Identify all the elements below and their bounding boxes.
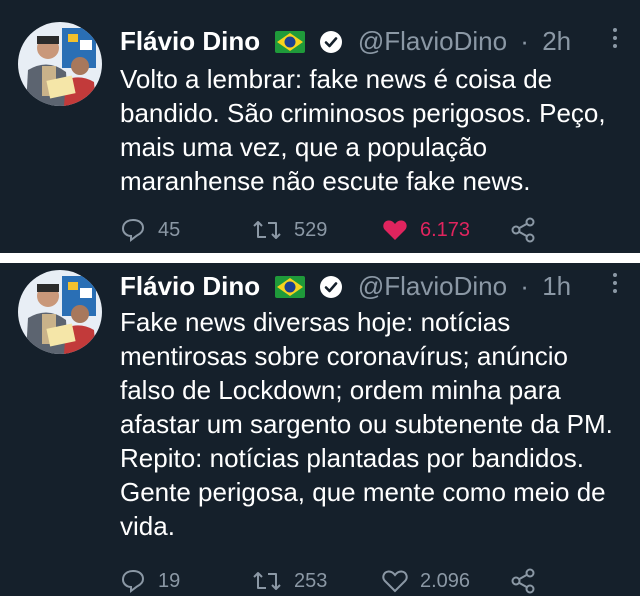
share-button[interactable]	[510, 566, 536, 596]
reply-button[interactable]: 45	[120, 215, 180, 245]
avatar-image	[18, 270, 102, 354]
tweet-time[interactable]: 1h	[542, 271, 571, 301]
like-icon	[382, 570, 408, 593]
avatar[interactable]	[18, 22, 102, 106]
separator-dot: ·	[520, 271, 529, 301]
tweet-card[interactable]: Flávio Dino @FlavioDino · 2h Volto a lem…	[0, 0, 640, 253]
tweet-divider	[0, 253, 640, 263]
author-name[interactable]: Flávio Dino	[120, 271, 260, 301]
reply-button[interactable]: 19	[120, 566, 180, 596]
more-options-icon[interactable]	[612, 273, 618, 297]
tweet-text: Volto a lembrar: fake news é coisa de ba…	[120, 64, 606, 196]
share-icon	[511, 217, 535, 243]
verified-badge-icon	[319, 276, 342, 298]
like-button[interactable]: 6.173	[382, 215, 470, 245]
separator-dot: ·	[520, 26, 529, 56]
like-count: 6.173	[420, 218, 471, 241]
author-handle[interactable]: @FlavioDino	[358, 271, 507, 301]
author-name[interactable]: Flávio Dino	[120, 26, 260, 56]
retweet-icon	[253, 221, 281, 239]
reply-count: 19	[158, 569, 181, 592]
share-button[interactable]	[510, 215, 536, 245]
share-icon	[511, 568, 535, 594]
retweet-count: 253	[294, 569, 328, 592]
retweet-count: 529	[294, 218, 328, 241]
like-button[interactable]: 2.096	[382, 566, 470, 596]
reply-count: 45	[158, 218, 181, 241]
tweet-text: Fake news diversas hoje: notícias mentir…	[120, 307, 613, 541]
retweet-button[interactable]: 253	[252, 566, 327, 596]
retweet-icon	[253, 572, 281, 590]
author-handle[interactable]: @FlavioDino	[358, 26, 507, 56]
more-options-icon[interactable]	[612, 28, 618, 52]
avatar-image	[18, 22, 102, 106]
verified-badge-icon	[319, 31, 342, 53]
retweet-button[interactable]: 529	[252, 215, 327, 245]
brazil-flag-icon	[275, 31, 306, 53]
reply-icon	[121, 569, 145, 593]
tweet-header: Flávio Dino @FlavioDino · 1h	[120, 271, 571, 301]
reply-icon	[121, 218, 145, 242]
avatar[interactable]	[18, 270, 102, 354]
like-icon	[383, 220, 407, 240]
like-count: 2.096	[420, 569, 471, 592]
tweet-time[interactable]: 2h	[542, 26, 571, 56]
brazil-flag-icon	[275, 276, 306, 298]
tweet-header: Flávio Dino @FlavioDino · 2h	[120, 26, 571, 56]
